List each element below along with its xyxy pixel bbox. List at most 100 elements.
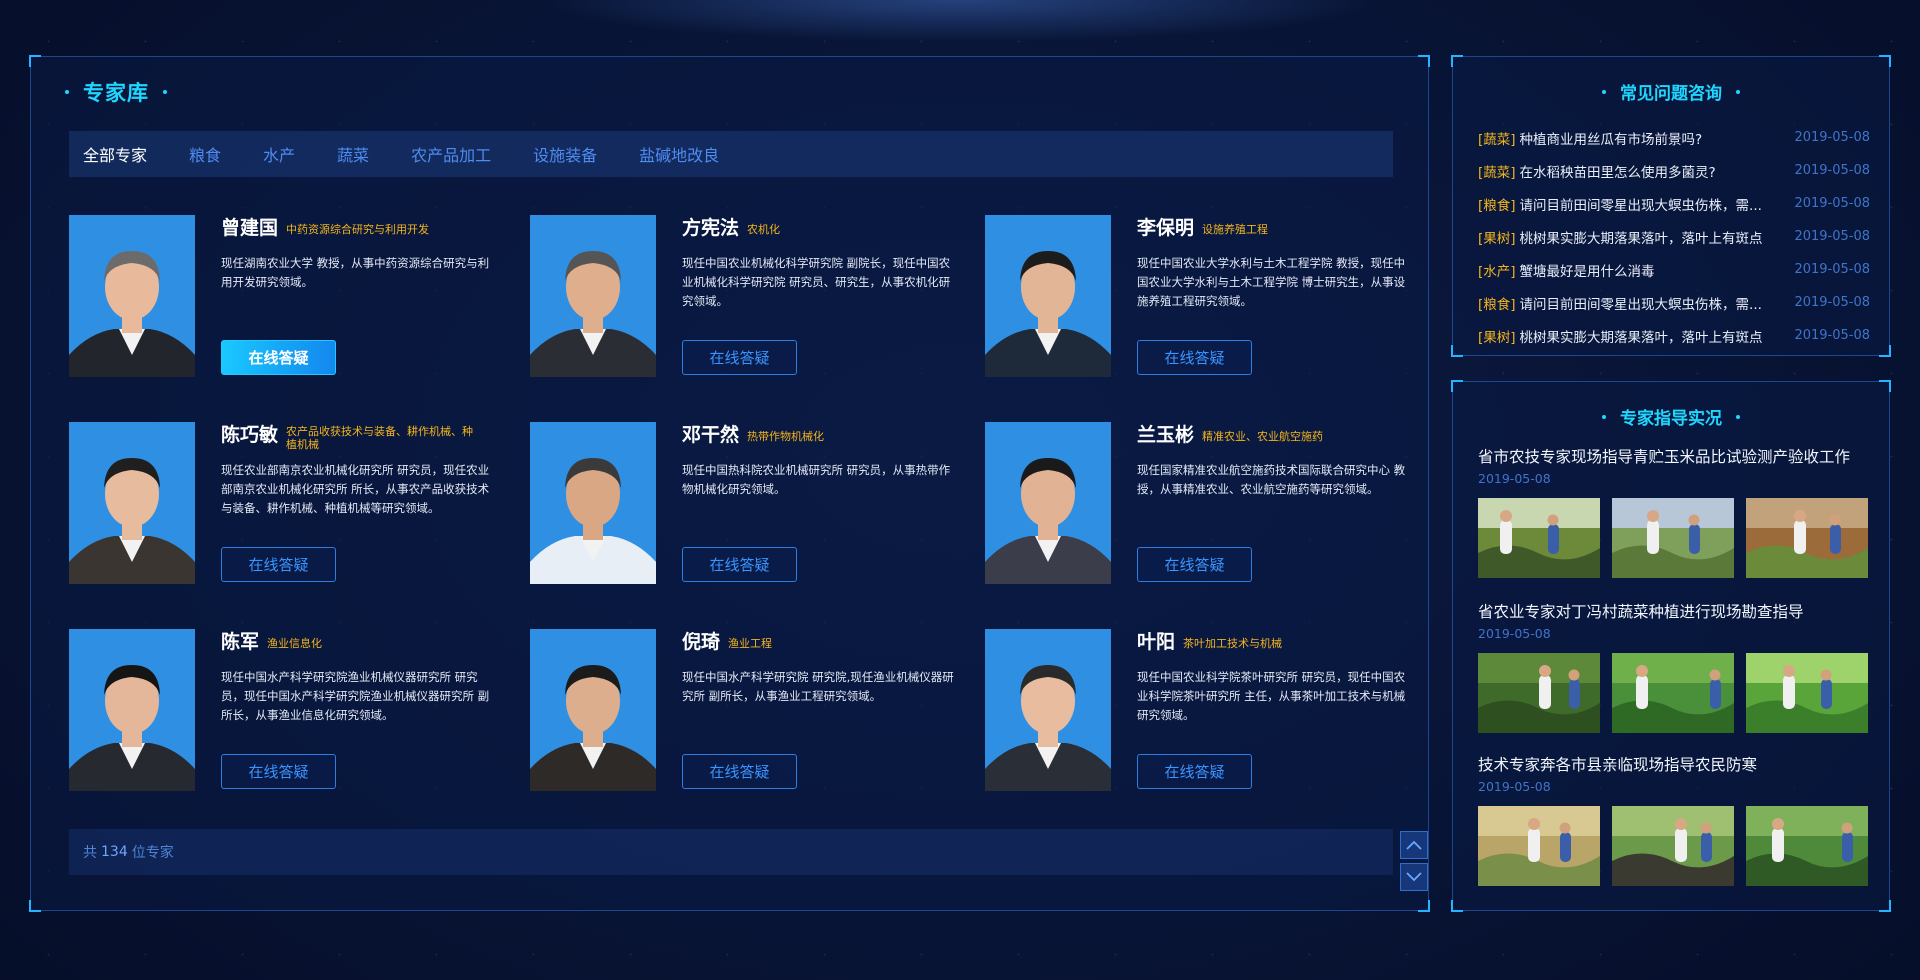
report-date: 2019-05-08	[1478, 471, 1551, 486]
consult-button[interactable]: 在线答疑	[1137, 754, 1252, 789]
title-dot-icon	[1602, 414, 1606, 419]
expert-photo	[985, 215, 1111, 377]
report-date: 2019-05-08	[1478, 779, 1551, 794]
guidance-report: 省农业专家对丁冯村蔬菜种植进行现场勘查指导 2019-05-08	[1478, 600, 1870, 733]
report-photo[interactable]	[1612, 806, 1734, 886]
field-photo-image	[1746, 498, 1868, 578]
expert-field: 渔业信息化	[267, 637, 323, 650]
expert-photo	[69, 629, 195, 791]
faq-question: 请问目前田间零星出现大螟虫伤株，需...	[1519, 296, 1762, 313]
faq-category-tag: [蔬菜]	[1478, 131, 1516, 148]
corner-decoration	[29, 55, 41, 67]
corner-decoration	[29, 900, 41, 912]
expert-card: 倪琦 渔业工程 现任中国水产科学研究院 研究院,现任渔业机械仪器研究所 副所长，…	[530, 629, 960, 791]
portrait-image	[69, 629, 195, 791]
report-photo[interactable]	[1478, 806, 1600, 886]
portrait-image	[985, 629, 1111, 791]
corner-decoration	[1451, 900, 1463, 912]
report-photo[interactable]	[1746, 498, 1868, 578]
faq-item[interactable]: [粮食] 请问目前田间零星出现大螟虫伤株，需... 2019-05-08	[1478, 286, 1870, 319]
expert-description: 现任中国水产科学研究院 研究院,现任渔业机械仪器研究所 副所长，从事渔业工程研究…	[682, 670, 954, 703]
consult-button[interactable]: 在线答疑	[221, 754, 336, 789]
expert-description: 现任中国热科院农业机械研究所 研究员，从事热带作物机械化研究领域。	[682, 463, 951, 496]
consult-button[interactable]: 在线答疑	[1137, 547, 1252, 582]
scroll-down-button[interactable]	[1400, 863, 1428, 891]
faq-date: 2019-05-08	[1794, 196, 1870, 211]
expert-field: 热带作物机械化	[747, 430, 825, 443]
report-thumbnails	[1478, 653, 1870, 733]
faq-date: 2019-05-08	[1794, 130, 1870, 145]
report-photo[interactable]	[1746, 653, 1868, 733]
expert-photo	[985, 629, 1111, 791]
tab-grain[interactable]: 粮食	[189, 142, 221, 166]
faq-date: 2019-05-08	[1794, 328, 1870, 343]
faq-item[interactable]: [粮食] 请问目前田间零星出现大螟虫伤株，需... 2019-05-08	[1478, 187, 1870, 220]
field-guidance-title-text: 专家指导实况	[1620, 409, 1722, 429]
faq-date: 2019-05-08	[1794, 262, 1870, 277]
tab-saline-improvement[interactable]: 盐碱地改良	[639, 142, 719, 166]
report-title[interactable]: 省农业专家对丁冯村蔬菜种植进行现场勘查指导	[1478, 600, 1870, 622]
title-dot-icon	[1602, 89, 1606, 94]
consult-button[interactable]: 在线答疑	[682, 340, 797, 375]
faq-question: 桃树果实膨大期落果落叶，落叶上有斑点	[1519, 329, 1763, 346]
title-dot-icon	[163, 90, 167, 94]
faq-item[interactable]: [蔬菜] 种植商业用丝瓜有市场前景吗? 2019-05-08	[1478, 121, 1870, 154]
faq-item[interactable]: [果树] 桃树果实膨大期落果落叶，落叶上有斑点 2019-05-08	[1478, 220, 1870, 253]
field-guidance-panel: 专家指导实况 省市农技专家现场指导青贮玉米品比试验测产验收工作 2019-05-…	[1451, 380, 1891, 912]
expert-field: 渔业工程	[728, 637, 773, 650]
portrait-image	[530, 422, 656, 584]
faq-item[interactable]: [蔬菜] 在水稻秧苗田里怎么使用多菌灵? 2019-05-08	[1478, 154, 1870, 187]
expert-card: 兰玉彬 精准农业、农业航空施药 现任国家精准农业航空施药技术国际联合研究中心 教…	[985, 422, 1415, 584]
title-dot-icon	[1736, 89, 1740, 94]
field-guidance-title: 专家指导实况	[1453, 404, 1889, 429]
faq-title-text: 常见问题咨询	[1620, 84, 1722, 104]
report-photo[interactable]	[1478, 498, 1600, 578]
expert-card: 陈巧敏 农产品收获技术与装备、耕作机械、种植机械 现任农业部南京农业机械化研究所…	[69, 422, 499, 584]
tab-aquatic[interactable]: 水产	[263, 142, 295, 166]
expert-name: 倪琦	[682, 631, 721, 653]
expert-card: 曾建国 中药资源综合研究与利用开发 现任湖南农业大学 教授，从事中药资源综合研究…	[69, 215, 499, 377]
report-photo[interactable]	[1478, 653, 1600, 733]
consult-button[interactable]: 在线答疑	[221, 547, 336, 582]
tab-facility-equipment[interactable]: 设施装备	[533, 142, 597, 166]
faq-question: 在水稻秧苗田里怎么使用多菌灵?	[1519, 164, 1716, 181]
expert-card: 邓干然 热带作物机械化 现任中国热科院农业机械研究所 研究员，从事热带作物机械化…	[530, 422, 960, 584]
faq-item[interactable]: [水产] 蟹塘最好是用什么消毒 2019-05-08	[1478, 253, 1870, 286]
panel-title-text: 专家库	[83, 81, 149, 105]
tab-all-experts[interactable]: 全部专家	[83, 142, 147, 166]
report-title[interactable]: 技术专家奔各市县亲临现场指导农民防寒	[1478, 753, 1870, 775]
portrait-image	[530, 215, 656, 377]
report-photo[interactable]	[1746, 806, 1868, 886]
faq-category-tag: [蔬菜]	[1478, 164, 1516, 181]
expert-card: 李保明 设施养殖工程 现任中国农业大学水利与土木工程学院 教授，现任中国农业大学…	[985, 215, 1415, 377]
field-photo-image	[1612, 498, 1734, 578]
faq-title: 常见问题咨询	[1453, 79, 1889, 104]
consult-button[interactable]: 在线答疑	[221, 340, 336, 375]
expert-count: 134	[101, 844, 128, 860]
consult-button[interactable]: 在线答疑	[682, 547, 797, 582]
consult-button[interactable]: 在线答疑	[682, 754, 797, 789]
corner-decoration	[1451, 345, 1463, 357]
expert-photo	[985, 422, 1111, 584]
expert-name: 方宪法	[682, 217, 740, 239]
report-photo[interactable]	[1612, 653, 1734, 733]
tab-vegetables[interactable]: 蔬菜	[337, 142, 369, 166]
expert-description: 现任中国水产科学研究院渔业机械仪器研究所 研究员，现任中国水产科学研究院渔业机械…	[221, 670, 490, 722]
title-dot-icon	[65, 90, 69, 94]
expert-field: 茶叶加工技术与机械	[1183, 637, 1283, 650]
expert-name: 邓干然	[682, 424, 740, 446]
expert-library-title: 专家库	[65, 77, 167, 107]
faq-item[interactable]: [果树] 桃树果实膨大期落果落叶，落叶上有斑点 2019-05-08	[1478, 319, 1870, 352]
tab-product-processing[interactable]: 农产品加工	[411, 142, 491, 166]
field-photo-image	[1746, 806, 1868, 886]
corner-decoration	[1879, 900, 1891, 912]
expert-name: 曾建国	[221, 217, 279, 239]
field-photo-image	[1612, 806, 1734, 886]
expert-library-panel: 专家库 全部专家 粮食 水产 蔬菜 农产品加工 设施装备 盐碱地改良 曾建国 中…	[29, 55, 1430, 912]
corner-decoration	[1418, 900, 1430, 912]
report-title[interactable]: 省市农技专家现场指导青贮玉米品比试验测产验收工作	[1478, 445, 1870, 467]
report-photo[interactable]	[1612, 498, 1734, 578]
faq-date: 2019-05-08	[1794, 295, 1870, 310]
scroll-up-button[interactable]	[1400, 831, 1428, 859]
consult-button[interactable]: 在线答疑	[1137, 340, 1252, 375]
